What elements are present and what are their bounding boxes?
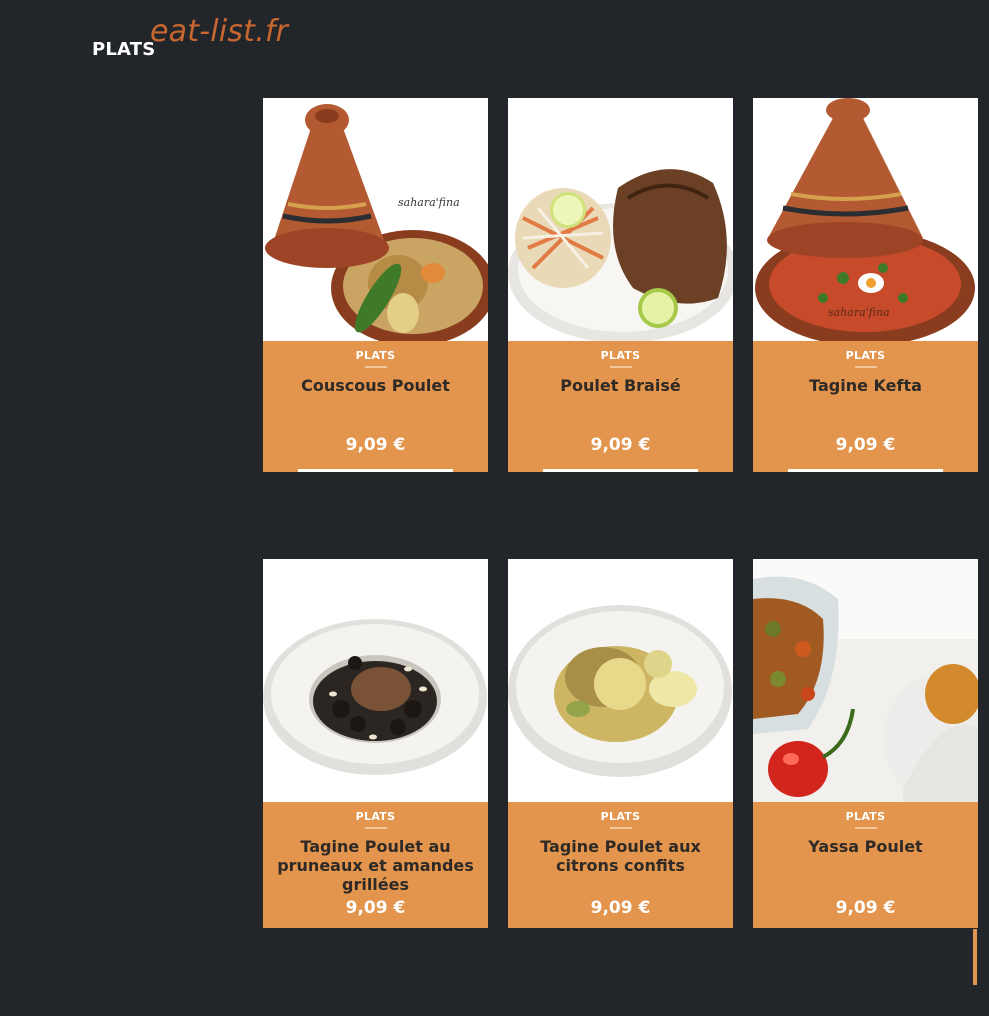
product-name[interactable]: Poulet Braisé <box>508 368 733 395</box>
yassa-chicken-photo[interactable] <box>753 559 978 802</box>
product-category: PLATS <box>845 810 886 823</box>
product-card-couscous-poulet[interactable]: sahara'fina PLATS Couscous Poulet 9,09 € <box>263 98 488 472</box>
product-card-tagine-kefta[interactable]: sahara'fina PLATS Tagine Kefta 9,09 € <box>753 98 978 472</box>
product-category: PLATS <box>355 810 396 823</box>
tagine-kefta-photo[interactable]: sahara'fina <box>753 98 978 341</box>
product-card-yassa-poulet[interactable]: PLATS Yassa Poulet 9,09 € <box>753 559 978 928</box>
product-price: 9,09 € <box>590 898 651 918</box>
product-price: 9,09 € <box>835 435 896 455</box>
watermark-logo: eat-list.fr <box>150 14 289 49</box>
product-card-tagine-citrons[interactable]: PLATS Tagine Poulet aux citrons confits … <box>508 559 733 928</box>
preserved-lemon-tagine-photo[interactable] <box>508 559 733 802</box>
product-category: PLATS <box>600 349 641 362</box>
product-price: 9,09 € <box>835 898 896 918</box>
product-name[interactable]: Tagine Kefta <box>753 368 978 395</box>
product-name[interactable]: Couscous Poulet <box>263 368 488 395</box>
product-card-poulet-braise[interactable]: PLATS Poulet Braisé 9,09 € <box>508 98 733 472</box>
braised-chicken-plate-photo[interactable] <box>508 98 733 341</box>
card-underline <box>788 469 943 472</box>
card-underline <box>298 469 453 472</box>
category-title: PLATS <box>92 39 156 60</box>
tagine-couscous-photo[interactable]: sahara'fina <box>263 98 488 341</box>
product-name[interactable]: Tagine Poulet aux citrons confits <box>508 829 733 875</box>
photo-caption: sahara'fina <box>828 306 890 319</box>
photo-caption: sahara'fina <box>398 196 460 209</box>
product-price: 9,09 € <box>345 898 406 918</box>
product-category: PLATS <box>845 349 886 362</box>
product-price: 9,09 € <box>590 435 651 455</box>
product-name[interactable]: Tagine Poulet au pruneaux et amandes gri… <box>263 829 488 894</box>
product-category: PLATS <box>355 349 396 362</box>
product-name[interactable]: Yassa Poulet <box>753 829 978 856</box>
product-price: 9,09 € <box>345 435 406 455</box>
product-card-tagine-pruneaux[interactable]: PLATS Tagine Poulet au pruneaux et amand… <box>263 559 488 928</box>
scroll-accent-bar <box>973 929 977 985</box>
product-category: PLATS <box>600 810 641 823</box>
prunes-almond-tagine-photo[interactable] <box>263 559 488 802</box>
card-underline <box>543 469 698 472</box>
